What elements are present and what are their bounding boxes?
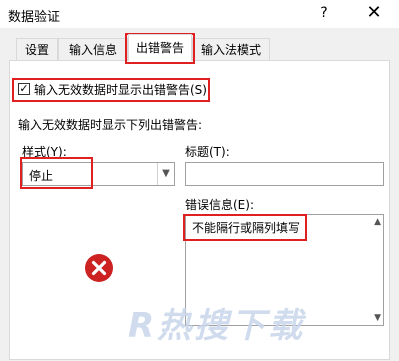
- help-button[interactable]: ?: [314, 3, 334, 23]
- window-title: 数据验证: [8, 10, 61, 25]
- style-select[interactable]: 停止 ▼: [22, 162, 175, 186]
- tab-error-alert[interactable]: 出错警告: [128, 34, 192, 61]
- show-alert-checkbox[interactable]: ✓: [18, 83, 30, 95]
- tab-settings[interactable]: 设置: [16, 38, 58, 60]
- title-label: 标题(T):: [185, 145, 230, 159]
- data-validation-dialog: 数据验证 ? ✕ 设置 输入信息 出错警告 输入法模式 ✓ 输入无效数据时显示出…: [0, 0, 399, 361]
- scroll-down-icon[interactable]: ▼: [374, 313, 381, 323]
- show-alert-label: 输入无效数据时显示出错警告(S): [34, 83, 207, 97]
- section-label: 输入无效数据时显示下列出错警告:: [18, 118, 203, 132]
- error-message-value: 不能隔行或隔列填写: [192, 221, 301, 235]
- style-select-value: 停止: [29, 169, 54, 183]
- watermark: R热搜下载: [128, 306, 306, 346]
- tab-ime-mode[interactable]: 输入法模式: [192, 38, 270, 60]
- style-label: 样式(Y):: [22, 145, 67, 159]
- scroll-up-icon[interactable]: ▲: [374, 217, 381, 227]
- tab-input-message[interactable]: 输入信息: [58, 38, 128, 60]
- title-input[interactable]: [185, 162, 384, 186]
- error-message-label: 错误信息(E):: [185, 198, 254, 212]
- title-bar: 数据验证 ? ✕: [0, 0, 399, 28]
- chevron-down-icon[interactable]: ▼: [157, 163, 174, 185]
- close-button[interactable]: ✕: [364, 2, 384, 24]
- error-stop-icon: [85, 254, 113, 282]
